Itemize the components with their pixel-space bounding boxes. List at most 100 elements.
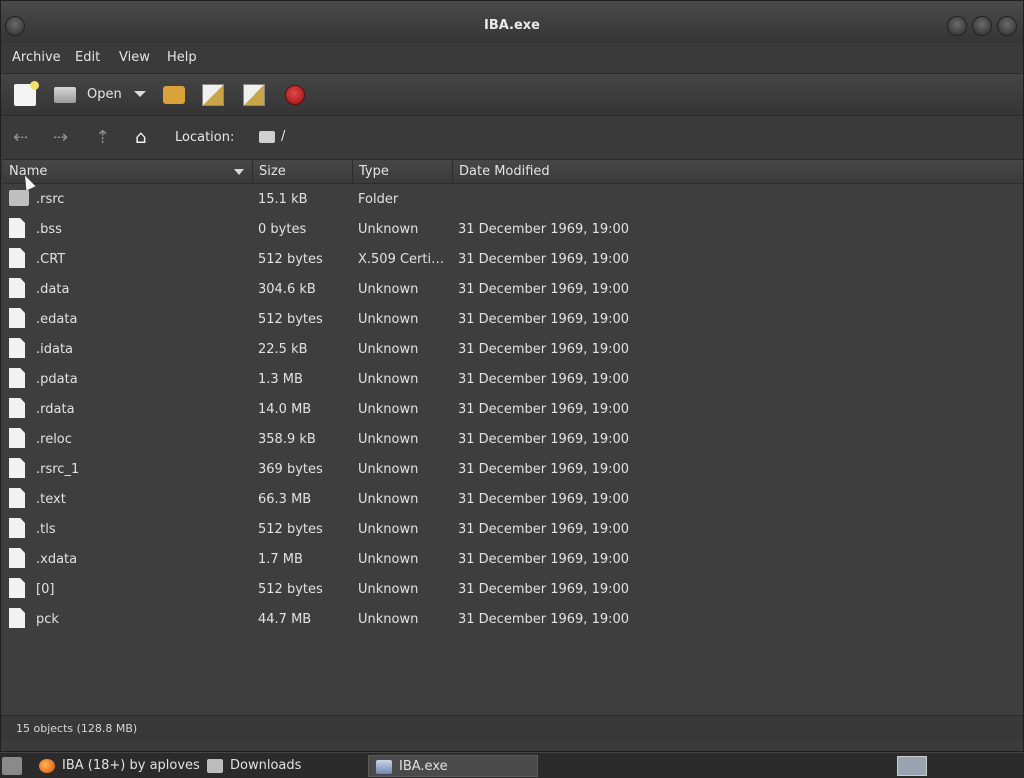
file-name: .data	[36, 282, 70, 297]
file-type: Unknown	[358, 552, 419, 567]
file-type: Unknown	[358, 342, 419, 357]
menu-archive[interactable]: Archive	[12, 50, 61, 65]
file-date-modified: 31 December 1969, 19:00	[458, 312, 630, 327]
status-text: 15 objects (128.8 MB)	[16, 722, 138, 735]
table-row[interactable]: .idata 22.5 kB Unknown 31 December 1969, 19…	[3, 334, 1023, 364]
table-row[interactable]: .tls 512 bytes Unknown 31 December 1969, 19…	[3, 514, 1023, 544]
file-size: 512 bytes	[258, 252, 323, 267]
table-row[interactable]: .bss 0 bytes Unknown 31 December 1969, 19:0…	[3, 214, 1023, 244]
file-size: 304.6 kB	[258, 282, 316, 297]
table-row[interactable]: .xdata 1.7 MB Unknown 31 December 1969, 19:…	[3, 544, 1023, 574]
archive-manager-window: IBA.exe Archive Edit View Help Open ⇠ ⇢ …	[0, 0, 1024, 752]
column-header-date-modified[interactable]: Date Modified	[453, 160, 1023, 184]
archive-manager-icon	[376, 760, 392, 774]
table-row[interactable]: [0] 512 bytes Unknown 31 December 1969, 19:…	[3, 574, 1023, 604]
back-icon[interactable]: ⇠	[13, 129, 28, 147]
maximize-button[interactable]	[972, 16, 992, 36]
file-type: Unknown	[358, 522, 419, 537]
file-date-modified: 31 December 1969, 19:00	[458, 222, 630, 237]
title-bar[interactable]: IBA.exe	[1, 1, 1023, 43]
file-name: .reloc	[36, 432, 72, 447]
file-date-modified: 31 December 1969, 19:00	[458, 372, 630, 387]
file-size: 1.3 MB	[258, 372, 303, 387]
file-date-modified: 31 December 1969, 19:00	[458, 252, 630, 267]
file-icon	[9, 308, 25, 328]
add-files-icon[interactable]	[202, 84, 224, 106]
file-size: 512 bytes	[258, 582, 323, 597]
open-button-label[interactable]: Open	[87, 87, 122, 102]
table-row[interactable]: .text 66.3 MB Unknown 31 December 1969, 19:…	[3, 484, 1023, 514]
file-icon	[9, 458, 25, 478]
taskbar-item-iba-exe[interactable]: IBA.exe	[368, 755, 538, 777]
file-size: 358.9 kB	[258, 432, 316, 447]
file-name: .text	[36, 492, 66, 507]
table-row[interactable]: .rdata 14.0 MB Unknown 31 December 1969, 19…	[3, 394, 1023, 424]
table-row[interactable]: .rsrc 15.1 kB Folder	[3, 184, 1023, 214]
location-path[interactable]: /	[281, 129, 285, 144]
table-row[interactable]: .rsrc_1 369 bytes Unknown 31 December 1969,…	[3, 454, 1023, 484]
menu-edit[interactable]: Edit	[75, 50, 100, 65]
file-size: 512 bytes	[258, 312, 323, 327]
open-dropdown-arrow-icon[interactable]	[134, 91, 146, 97]
column-header-size[interactable]: Size	[253, 160, 353, 184]
file-date-modified: 31 December 1969, 19:00	[458, 492, 630, 507]
file-name: .tls	[36, 522, 56, 537]
file-icon	[9, 578, 25, 598]
file-icon	[9, 218, 25, 238]
table-row[interactable]: .reloc 358.9 kB Unknown 31 December 1969, 1…	[3, 424, 1023, 454]
file-date-modified: 31 December 1969, 19:00	[458, 342, 630, 357]
column-header-name[interactable]: Name	[3, 160, 253, 184]
file-size: 369 bytes	[258, 462, 323, 477]
stop-icon[interactable]	[285, 85, 305, 105]
file-type: Unknown	[358, 462, 419, 477]
file-date-modified: 31 December 1969, 19:00	[458, 522, 630, 537]
file-list[interactable]: Name Size Type Date Modified .rsrc 15.1 k…	[3, 159, 1023, 715]
table-row[interactable]: .edata 512 bytes Unknown 31 December 1969, …	[3, 304, 1023, 334]
add-folder-icon[interactable]	[243, 84, 265, 106]
file-name: .rdata	[36, 402, 75, 417]
forward-icon[interactable]: ⇢	[53, 129, 68, 147]
file-size: 66.3 MB	[258, 492, 312, 507]
menu-bar: Archive Edit View Help	[1, 43, 1023, 73]
taskbar-item-firefox[interactable]: IBA (18+) by aploves…	[32, 755, 200, 777]
menu-view[interactable]: View	[119, 50, 150, 65]
table-row[interactable]: .pdata 1.3 MB Unknown 31 December 1969, 19:…	[3, 364, 1023, 394]
file-icon	[9, 608, 25, 628]
file-name: .bss	[36, 222, 62, 237]
system-tray-icon[interactable]	[897, 756, 927, 776]
sort-descending-icon[interactable]	[234, 169, 244, 175]
taskbar-item-label: IBA (18+) by aploves…	[62, 758, 200, 773]
file-name: .rsrc	[36, 192, 65, 207]
file-date-modified: 31 December 1969, 19:00	[458, 612, 630, 627]
file-type: Unknown	[358, 492, 419, 507]
file-icon	[9, 518, 25, 538]
file-name: [0]	[36, 582, 55, 597]
extract-icon[interactable]	[163, 86, 185, 104]
up-icon[interactable]: ⇡	[95, 129, 110, 147]
table-row[interactable]: .data 304.6 kB Unknown 31 December 1969, 19…	[3, 274, 1023, 304]
file-icon	[9, 248, 25, 268]
file-size: 1.7 MB	[258, 552, 303, 567]
taskbar-item-downloads[interactable]: Downloads	[200, 755, 368, 777]
file-type: Unknown	[358, 372, 419, 387]
taskbar: IBA (18+) by aploves… Downloads IBA.exe	[0, 752, 1024, 778]
file-name: .pdata	[36, 372, 78, 387]
minimize-button[interactable]	[947, 16, 967, 36]
column-header-type[interactable]: Type	[353, 160, 453, 184]
table-row[interactable]: pck 44.7 MB Unknown 31 December 1969, 19:00	[3, 604, 1023, 634]
new-archive-icon[interactable]	[14, 81, 39, 106]
close-button[interactable]	[997, 16, 1017, 36]
open-archive-icon[interactable]	[54, 87, 76, 103]
table-row[interactable]: .CRT 512 bytes X.509 Certifi… 31 December 1…	[3, 244, 1023, 274]
file-name: .edata	[36, 312, 78, 327]
file-size: 14.0 MB	[258, 402, 312, 417]
status-bar: 15 objects (128.8 MB)	[1, 715, 1023, 741]
menu-launcher-icon[interactable]	[2, 757, 22, 775]
file-type: Folder	[358, 192, 399, 207]
list-header: Name Size Type Date Modified	[3, 160, 1023, 191]
file-name: .rsrc_1	[36, 462, 80, 477]
file-date-modified: 31 December 1969, 19:00	[458, 552, 630, 567]
menu-help[interactable]: Help	[167, 50, 197, 65]
file-date-modified: 31 December 1969, 19:00	[458, 582, 630, 597]
home-icon[interactable]: ⌂	[135, 129, 146, 147]
